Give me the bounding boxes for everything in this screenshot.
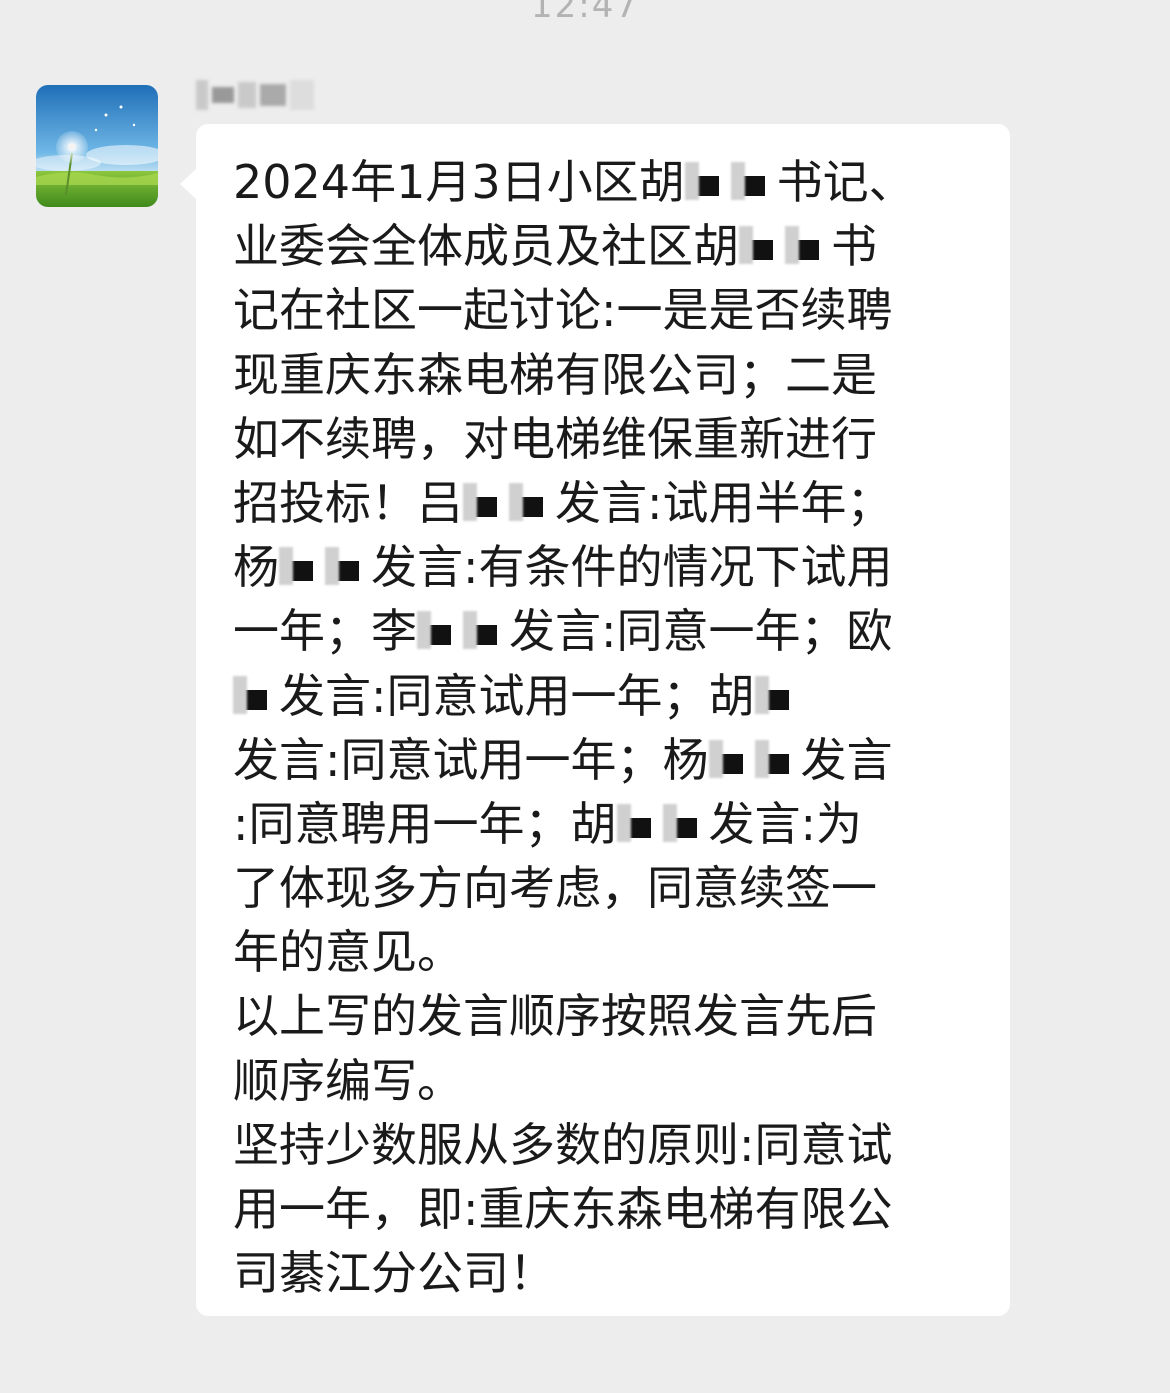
bubble-tail	[180, 168, 197, 200]
redacted-name-block	[739, 222, 785, 268]
redacted-name-block	[463, 479, 509, 525]
message-text-segment: 一年；李	[233, 604, 417, 659]
redacted-name-block	[731, 158, 777, 204]
dandelion-landscape-avatar-icon	[36, 85, 158, 207]
message-text-segment: 书记、	[776, 155, 915, 209]
message-line: 记在社区一起讨论:一是是否续聘	[233, 278, 993, 342]
message-text-segment: 发言:同意试用一年；杨	[233, 732, 709, 787]
message-text-segment: 发言:有条件的情况下试用	[371, 540, 893, 595]
message-timestamp: 12:47	[531, 0, 639, 26]
redacted-name-block	[325, 543, 371, 589]
message-text-segment: 用一年，即:重庆东森电梯有限公	[233, 1182, 893, 1236]
message-text-segment: 发言:同意试用一年；胡	[279, 668, 755, 723]
redacted-name-block	[755, 672, 801, 718]
message-line: 招投标！吕 发言:试用半年；	[233, 471, 993, 535]
redacted-name-block	[463, 607, 509, 653]
message-text-segment: 以上写的发言顺序按照发言先后	[233, 989, 877, 1044]
message-line: 坚持少数服从多数的原则:同意试	[233, 1113, 993, 1177]
message-text-segment: :同意聘用一年；胡	[233, 796, 617, 851]
message-line: :同意聘用一年；胡 发言:为	[233, 792, 993, 856]
message-line: 用一年，即:重庆东森电梯有限公	[233, 1177, 993, 1241]
redacted-name-block	[663, 800, 709, 846]
message-text-segment: 业委会全体成员及社区胡	[233, 219, 739, 274]
redacted-name-block	[417, 607, 463, 653]
message-line: 以上写的发言顺序按照发言先后	[233, 984, 993, 1048]
message-line: 一年；李 发言:同意一年；欧	[233, 599, 993, 663]
message-text-segment: 顺序编写。	[233, 1053, 463, 1108]
redacted-name-block	[509, 479, 555, 525]
message-text-segment: 年的意见。	[233, 925, 463, 980]
message-text-segment: 坚持少数服从多数的原则:同意试	[233, 1117, 893, 1172]
redacted-name-block	[709, 736, 755, 782]
message-text-segment: 发言	[800, 732, 893, 787]
message-line: 发言:同意试用一年；杨 发言	[233, 728, 993, 792]
message-line: 发言:同意试用一年；胡	[233, 664, 993, 728]
message-line: 业委会全体成员及社区胡 书	[233, 214, 993, 278]
message-text: 2024年1月3日小区胡 书记、 业委会全体成员及社区胡 书记在社区一起讨论:一是是否…	[233, 150, 993, 1305]
redacted-name-block	[233, 672, 279, 718]
message-line: 现重庆东森电梯有限公司；二是	[233, 343, 993, 407]
message-text-segment: 书	[831, 219, 877, 274]
message-text-segment: 杨	[233, 540, 279, 595]
redacted-name-block	[617, 800, 663, 846]
message-text-segment: 发言:试用半年；	[555, 475, 893, 530]
message-text-segment: 了体现多方向考虑，同意续签一	[233, 861, 877, 916]
message-line: 年的意见。	[233, 920, 993, 984]
message-line: 顺序编写。	[233, 1049, 993, 1113]
redacted-name-block	[685, 158, 731, 204]
message-line: 杨 发言:有条件的情况下试用	[233, 535, 993, 599]
message-text-segment: 现重庆东森电梯有限公司；二是	[233, 347, 877, 402]
sender-name-redacted	[196, 78, 314, 112]
message-text-segment: 发言:同意一年；欧	[509, 604, 893, 659]
redacted-name-block	[755, 736, 801, 782]
redacted-name-block	[279, 543, 325, 589]
message-text-segment: 招投标！吕	[233, 475, 463, 530]
message-line: 如不续聘，对电梯维保重新进行	[233, 407, 993, 471]
message-text-segment: 记在社区一起讨论:一是是否续聘	[233, 283, 893, 338]
sender-avatar[interactable]	[36, 85, 158, 207]
message-text-segment: 发言:为	[708, 796, 863, 851]
message-line: 司綦江分公司！	[233, 1241, 993, 1305]
message-text-segment: 如不续聘，对电梯维保重新进行	[233, 411, 877, 466]
message-line: 了体现多方向考虑，同意续签一	[233, 856, 993, 920]
message-text-segment: 司綦江分公司！	[233, 1246, 555, 1301]
message-line: 2024年1月3日小区胡 书记、	[233, 150, 993, 214]
message-text-segment: 2024年1月3日小区胡	[233, 155, 685, 209]
redacted-name-block	[785, 222, 831, 268]
